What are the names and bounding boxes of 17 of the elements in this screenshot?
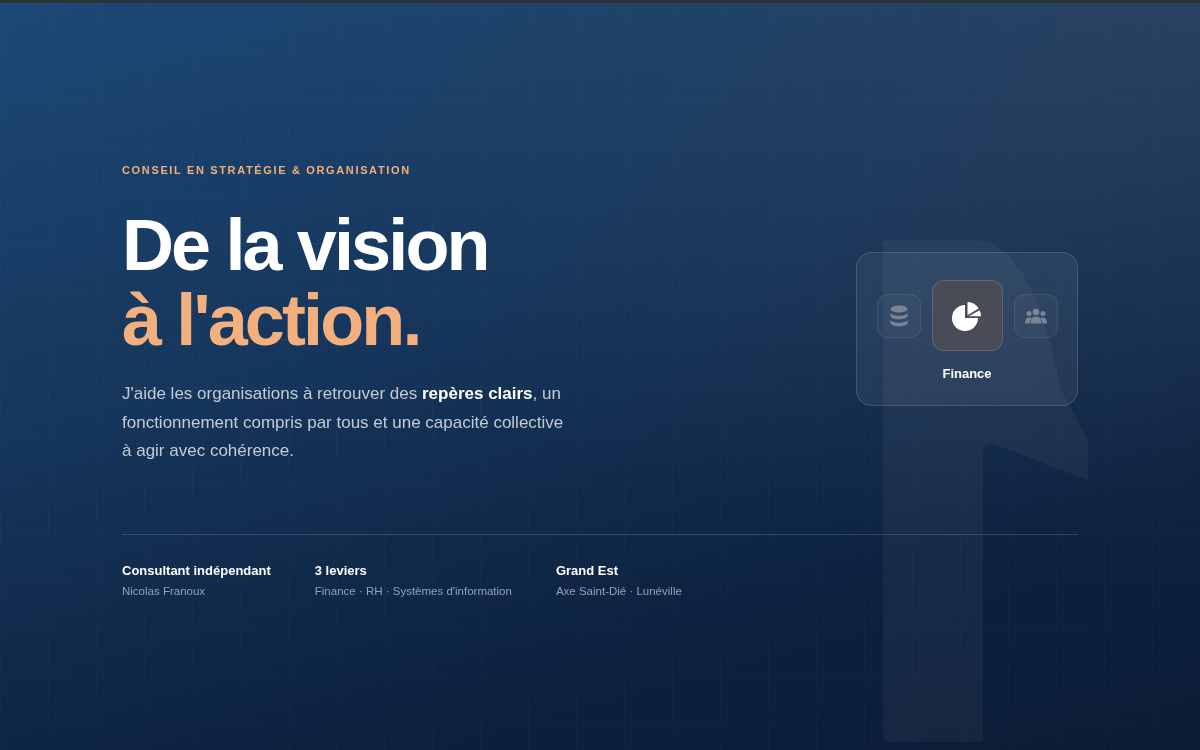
eyebrow-text: CONSEIL EN STRATÉGIE & ORGANISATION	[122, 163, 411, 177]
fact-title: Grand Est	[555, 561, 619, 580]
intro-paragraph: J'aide les organisations à retrouver des repères clairs, un fonctionnement compris par tous et une capacité collective à agir avec cohérence.	[122, 383, 565, 462]
people-group-icon	[1024, 307, 1047, 324]
lever-tile[interactable]	[931, 280, 1003, 351]
lever-tile[interactable]	[876, 293, 921, 338]
fact-detail: Nicolas Franoux	[122, 583, 206, 599]
database-icon	[889, 304, 908, 327]
fact-title: 3 leviers	[314, 561, 367, 580]
fact-detail: Axe Saint-Dié · Lunéville	[555, 583, 682, 599]
lever-tile[interactable]	[1013, 293, 1058, 338]
fact-detail: Finance · RH · Systèmes d'information	[314, 583, 512, 599]
headline-line: De la vision	[122, 208, 488, 283]
lever-label: Finance	[942, 366, 992, 382]
pie-chart-icon	[951, 299, 983, 332]
fact-title: Consultant indépendant	[122, 561, 271, 580]
headline-accent-line: à l'action.	[122, 283, 420, 358]
